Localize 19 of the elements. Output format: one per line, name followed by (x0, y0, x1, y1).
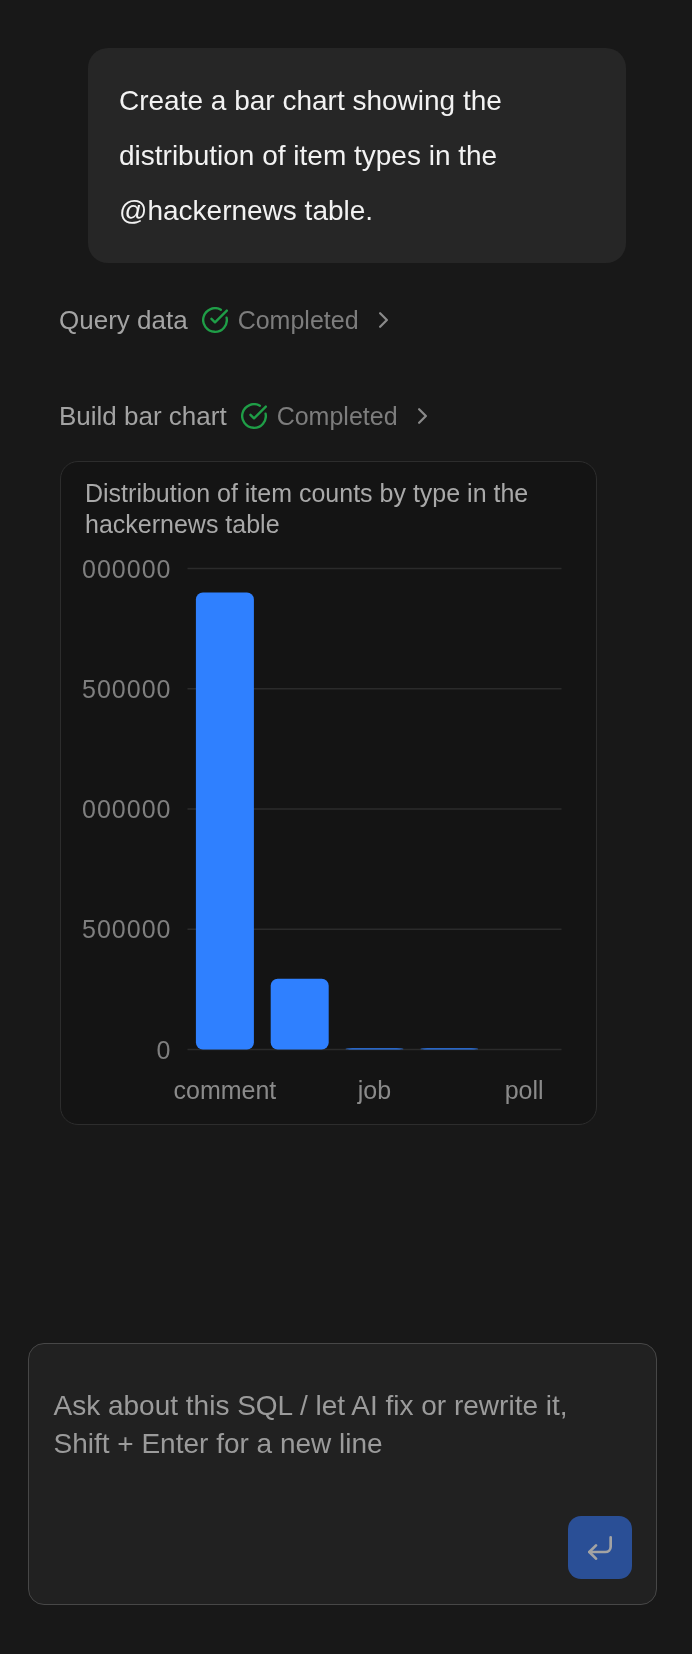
user-message-bubble: Create a bar chart showing the distribution of item types in the @hackernews table. (88, 48, 626, 263)
bar (270, 978, 329, 1050)
chart-title: Distribution of item counts by type in the hackernews table (84, 478, 530, 540)
x-axis-label: poll (504, 1076, 544, 1104)
y-axis-label: 0 (156, 1035, 172, 1064)
x-axis-label: comment (173, 1076, 277, 1104)
return-arrow-icon (588, 1535, 612, 1560)
y-axis-label: 500000 (82, 915, 172, 944)
message-input-field[interactable]: Ask about this SQL / let AI fix or rewrite it, Shift + Enter for a new line (28, 1343, 657, 1605)
y-axis-label: 500000 (82, 674, 172, 703)
chevron-right-icon[interactable] (378, 312, 388, 328)
y-axis-label: 000000 (82, 795, 172, 823)
x-axis-label: job (357, 1076, 392, 1104)
step-status: Completed (237, 305, 359, 335)
step-status: Completed (276, 401, 398, 431)
chevron-right-icon[interactable] (417, 408, 427, 424)
y-axis-label: 000000 (82, 554, 172, 583)
step-title: Query data (59, 304, 188, 336)
step-title: Build bar chart (59, 400, 227, 432)
